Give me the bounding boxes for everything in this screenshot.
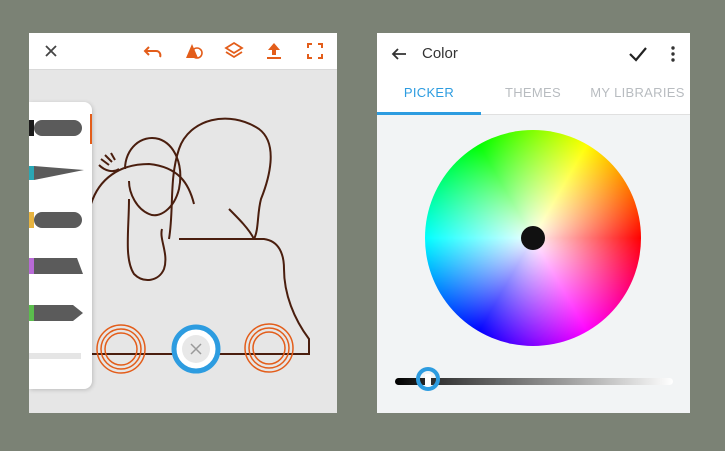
drawing-toolbar [29, 33, 337, 70]
brush-pencil[interactable] [29, 120, 82, 136]
brush-drawer [29, 102, 92, 389]
more-vert-icon[interactable] [661, 42, 685, 66]
color-tabs: PICKER THEMES MY LIBRARIES [377, 75, 690, 115]
right-wheel [244, 323, 294, 373]
color-panel: Color PICKER THEMES MY LIBRARIES [377, 33, 690, 413]
undo-icon[interactable] [141, 39, 165, 63]
color-header: Color [377, 33, 690, 75]
upload-icon[interactable] [262, 39, 286, 63]
brush-eraser[interactable] [29, 353, 81, 359]
brush-chisel[interactable] [29, 258, 83, 274]
page-title: Color [422, 45, 458, 62]
drawing-panel [29, 33, 337, 413]
shape-icon[interactable] [181, 39, 205, 63]
line-drawing [89, 117, 310, 355]
color-wheel-selector[interactable] [521, 226, 545, 250]
brush-ink[interactable] [29, 166, 84, 180]
cancel-stroke-button[interactable] [171, 324, 221, 374]
back-arrow-icon[interactable] [387, 42, 411, 66]
left-wheel [96, 324, 146, 374]
brush-felt[interactable] [29, 305, 83, 321]
selected-brush-indicator [90, 114, 92, 144]
tab-my-libraries[interactable]: MY LIBRARIES [585, 75, 690, 112]
tab-themes[interactable]: THEMES [481, 75, 585, 112]
brush-marker[interactable] [29, 212, 82, 228]
tab-picker[interactable]: PICKER [377, 75, 481, 115]
layers-icon[interactable] [222, 39, 246, 63]
brightness-slider-handle[interactable] [415, 367, 440, 391]
close-icon[interactable] [39, 39, 63, 63]
fullscreen-icon[interactable] [303, 39, 327, 63]
checkmark-icon[interactable] [626, 42, 650, 66]
